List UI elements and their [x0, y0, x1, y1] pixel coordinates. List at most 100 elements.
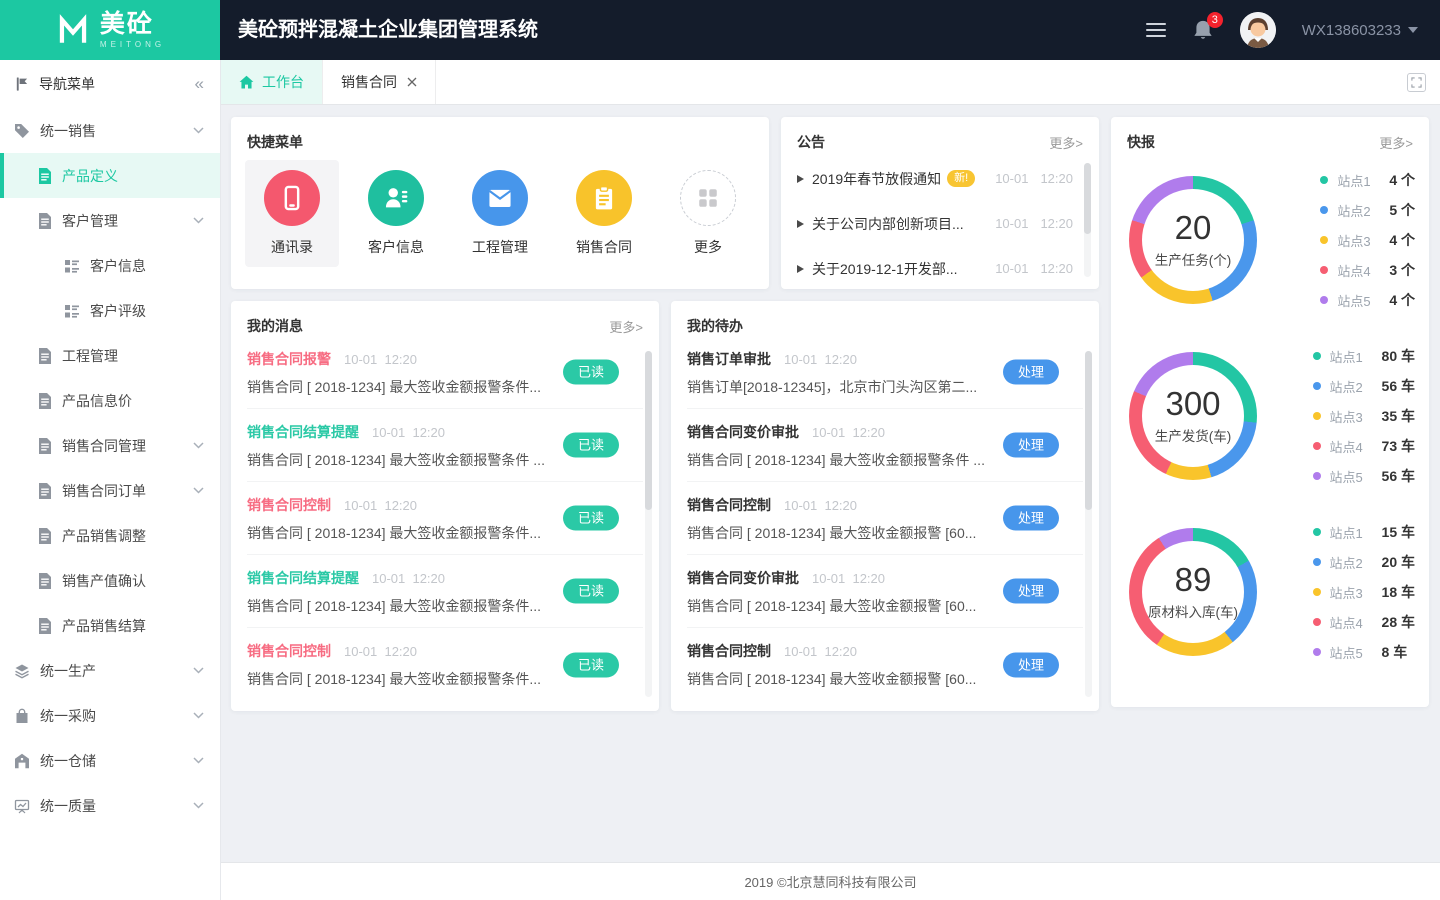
chevron-down-icon[interactable]	[193, 712, 204, 719]
handle-button[interactable]: 处理	[1003, 652, 1059, 677]
read-badge[interactable]: 已读	[563, 433, 619, 458]
quick-menu-item[interactable]: 通讯录	[245, 160, 339, 267]
collapse-sidebar-icon[interactable]: «	[195, 74, 204, 94]
announcement-row[interactable]: 关于公司内部创新项目...10-0112:20	[797, 201, 1073, 246]
doc-icon	[38, 393, 52, 409]
legend-row: 站点318 车	[1313, 582, 1415, 602]
donut-chart: 89原材料入库(车)	[1129, 528, 1257, 656]
quick-menu-item-label: 销售合同	[576, 237, 632, 257]
feed-item-body: 销售订单[2018-12345]，北京市门头沟区第二...	[687, 377, 995, 397]
announcements-list: 2019年春节放假通知新!10-0112:20关于公司内部创新项目...10-0…	[781, 152, 1099, 291]
tab-label: 销售合同	[341, 72, 397, 92]
chevron-down-icon[interactable]	[193, 667, 204, 674]
sidebar-item[interactable]: 客户评级	[0, 288, 220, 333]
close-tab-icon[interactable]	[407, 77, 417, 87]
quick-menu-item[interactable]: 销售合同	[557, 160, 651, 267]
legend-dot	[1313, 528, 1321, 536]
todos-scrollbar[interactable]	[1085, 351, 1092, 697]
quick-menu-item[interactable]: 客户信息	[349, 160, 443, 267]
sidebar-item[interactable]: 产品定义	[0, 153, 220, 198]
sidebar-item[interactable]: 客户管理	[0, 198, 220, 243]
feed-item: 销售合同结算提醒10-01 12:20销售合同 [ 2018-1234] 最大签…	[247, 409, 643, 482]
legend-name: 站点4	[1330, 437, 1374, 456]
legend-dot	[1313, 618, 1321, 626]
legend-name: 站点1	[1330, 347, 1374, 366]
read-badge[interactable]: 已读	[563, 652, 619, 677]
sidebar-item[interactable]: 统一生产	[0, 648, 220, 693]
sidebar-item[interactable]: 销售产值确认	[0, 558, 220, 603]
quick-menu-item[interactable]: 更多	[661, 160, 755, 267]
menu-toggle-icon[interactable]	[1146, 19, 1166, 41]
chevron-down-icon[interactable]	[193, 127, 204, 134]
handle-button[interactable]: 处理	[1003, 506, 1059, 531]
messages-more-link[interactable]: 更多>	[609, 317, 643, 336]
avatar[interactable]	[1240, 12, 1276, 48]
brand-logo[interactable]: 美砼 MEITONG	[0, 0, 220, 60]
chevron-down-icon[interactable]	[193, 757, 204, 764]
read-badge[interactable]: 已读	[563, 506, 619, 531]
handle-button[interactable]: 处理	[1003, 433, 1059, 458]
handle-button[interactable]: 处理	[1003, 579, 1059, 604]
scrollbar-thumb[interactable]	[1085, 351, 1092, 510]
read-badge[interactable]: 已读	[563, 579, 619, 604]
chart-legend: 站点14 个站点25 个站点34 个站点43 个站点54 个	[1320, 170, 1415, 310]
fullscreen-icon[interactable]	[1407, 73, 1426, 92]
quick-menu-item[interactable]: 工程管理	[453, 160, 547, 267]
sidebar-item[interactable]: 统一采购	[0, 693, 220, 738]
sidebar-item[interactable]: 产品信息价	[0, 378, 220, 423]
sidebar-item[interactable]: 客户信息	[0, 243, 220, 288]
feed-item: 销售合同结算提醒10-01 12:20销售合同 [ 2018-1234] 最大签…	[247, 555, 643, 628]
announcements-card: 公告 更多> 2019年春节放假通知新!10-0112:20关于公司内部创新项目…	[781, 117, 1099, 289]
announcement-row[interactable]: 关于2019-12-1开发部...10-0112:20	[797, 246, 1073, 291]
chevron-down-icon[interactable]	[193, 442, 204, 449]
legend-row: 站点14 个	[1320, 170, 1415, 190]
sidebar-header-label: 导航菜单	[39, 74, 95, 94]
legend-name: 站点5	[1330, 643, 1374, 662]
sidebar-item[interactable]: 统一销售	[0, 108, 220, 153]
scrollbar-thumb[interactable]	[1084, 163, 1091, 234]
handle-button[interactable]: 处理	[1003, 360, 1059, 385]
report-more-link[interactable]: 更多>	[1379, 133, 1413, 152]
legend-dot	[1320, 296, 1328, 304]
sidebar-item[interactable]: 产品销售结算	[0, 603, 220, 648]
donut-total: 300	[1165, 387, 1220, 422]
sidebar-item-label: 销售产值确认	[62, 571, 146, 591]
announcements-scrollbar[interactable]	[1084, 163, 1091, 277]
chevron-down-icon[interactable]	[193, 487, 204, 494]
sidebar-item-label: 销售合同管理	[62, 436, 146, 456]
feed-item-datetime: 10-01 12:20	[812, 425, 885, 440]
read-badge[interactable]: 已读	[563, 360, 619, 385]
contract-icon	[576, 170, 632, 226]
sidebar-item[interactable]: 销售合同管理	[0, 423, 220, 468]
copyright-text: 2019 ©北京慧同科技有限公司	[744, 872, 916, 891]
sidebar-item[interactable]: 统一仓储	[0, 738, 220, 783]
bag-icon	[14, 708, 30, 724]
announcement-title: 关于公司内部创新项目...	[812, 214, 964, 234]
sidebar-item[interactable]: 销售合同订单	[0, 468, 220, 513]
announcements-more-link[interactable]: 更多>	[1049, 133, 1083, 152]
legend-value: 4 个	[1389, 230, 1415, 250]
tab-workbench[interactable]: 工作台	[221, 60, 323, 104]
announcement-title: 2019年春节放假通知	[812, 169, 941, 189]
sidebar-item[interactable]: 统一质量	[0, 783, 220, 828]
doc-icon	[38, 528, 52, 544]
tab-sales-contract[interactable]: 销售合同	[323, 60, 436, 104]
user-menu[interactable]: WX138603233	[1302, 22, 1418, 39]
messages-scrollbar[interactable]	[645, 351, 652, 697]
chevron-down-icon[interactable]	[193, 802, 204, 809]
quick-menu-list: 通讯录客户信息工程管理销售合同 更多	[231, 152, 769, 267]
sidebar-item-label: 客户管理	[62, 211, 118, 231]
legend-dot	[1313, 472, 1321, 480]
list-icon	[64, 258, 80, 274]
announcement-row[interactable]: 2019年春节放假通知新!10-0112:20	[797, 156, 1073, 201]
notification-bell-icon[interactable]: 3	[1192, 19, 1214, 41]
sidebar-item[interactable]: 工程管理	[0, 333, 220, 378]
legend-value: 18 车	[1382, 582, 1415, 602]
sidebar-item[interactable]: 产品销售调整	[0, 513, 220, 558]
doc-icon	[38, 213, 52, 229]
feed-item-title: 销售合同变价审批	[687, 568, 799, 588]
logo-brand-text: 美砼	[100, 12, 165, 37]
sidebar: 导航菜单 « 统一销售产品定义客户管理客户信息客户评级工程管理产品信息价销售合同…	[0, 60, 220, 900]
scrollbar-thumb[interactable]	[645, 351, 652, 510]
chevron-down-icon[interactable]	[193, 217, 204, 224]
